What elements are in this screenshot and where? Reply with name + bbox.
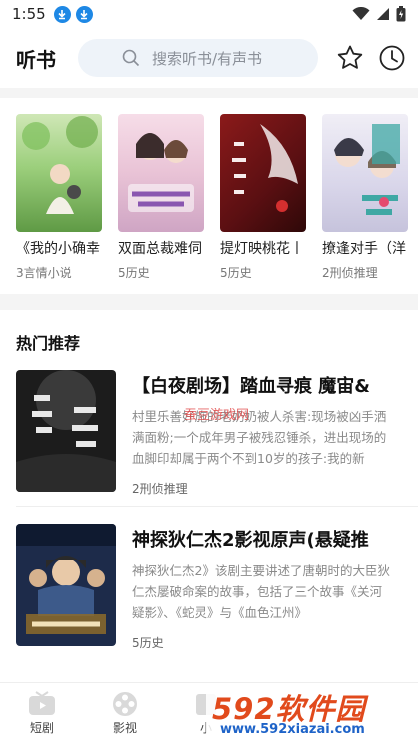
book-category: 3言情小说 (16, 266, 72, 280)
book-category: 2刑侦推理 (132, 482, 188, 496)
book-cover (220, 114, 306, 232)
book-title: 《我的小确幸 (16, 241, 100, 257)
book-cover (16, 370, 116, 492)
book-title: 双面总裁难伺 (118, 241, 202, 257)
book-title: 撩逢对手（洋 (322, 241, 406, 257)
download-icon (53, 5, 71, 23)
hot-recommend-section: 热门推荐 【白夜剧场】踏血寻痕 魔宙& 村里乐善好施的老奶奶被人杀害:现场被凶手… (0, 310, 418, 682)
tv-icon (29, 691, 55, 715)
book-card[interactable]: 提灯映桃花丨 5历史 (220, 114, 306, 281)
book-category: 5历史 (220, 266, 252, 280)
book-title: 神探狄仁杰2影视原声(悬疑推 (132, 530, 369, 551)
book-cover (322, 114, 408, 232)
tab-label: 短剧 (29, 721, 54, 735)
page-title: 听书 (16, 47, 56, 72)
status-time: 1:55 (12, 5, 46, 23)
list-item[interactable]: 【白夜剧场】踏血寻痕 魔宙& 村里乐善好施的老奶奶被人杀害:现场被凶手洒满面粉;… (0, 370, 418, 510)
search-input[interactable]: 搜索听书/有声书 (78, 39, 318, 77)
tab-movies[interactable]: 影视 (95, 691, 155, 736)
book-cover (16, 114, 102, 232)
status-bar: 1:55 (0, 0, 418, 28)
book-card[interactable]: 《我的小确幸 3言情小说 (16, 114, 102, 281)
book-cover (118, 114, 204, 232)
book-description: 神探狄仁杰2》该剧主要讲述了唐朝时的大臣狄仁杰屡破命案的故事，包括了三个故事《关… (132, 563, 390, 620)
book-description: 村里乐善好施的老奶奶被人杀害:现场被凶手洒满面粉;一个成年男子被残忍锤杀，进出现… (132, 409, 387, 466)
book-category: 5历史 (118, 266, 150, 280)
book-category: 5历史 (132, 636, 164, 650)
tab-short-drama[interactable]: 短剧 (12, 691, 72, 736)
search-icon (122, 49, 140, 67)
star-icon[interactable] (336, 44, 364, 72)
watermark-url: www.592xiazai.com (220, 722, 365, 737)
list-item[interactable]: 神探狄仁杰2影视原声(悬疑推 神探狄仁杰2》该剧主要讲述了唐朝时的大臣狄仁杰屡破… (0, 524, 418, 664)
divider (16, 506, 418, 507)
section-title: 热门推荐 (16, 334, 81, 353)
tab-label: 影视 (112, 721, 137, 735)
book-title: 【白夜剧场】踏血寻痕 魔宙& (132, 376, 370, 397)
status-indicators (352, 6, 406, 22)
recent-books-shelf: 《我的小确幸 3言情小说 双面总裁难伺 5历史 提灯映桃花丨 5历史 撩逢对手（… (0, 98, 418, 294)
search-placeholder: 搜索听书/有声书 (152, 49, 263, 68)
header: 听书 搜索听书/有声书 (0, 28, 418, 88)
watermark-text: 蚕豆游戏网 (184, 408, 250, 423)
header-actions (336, 44, 406, 72)
app-screen: 1:55 听书 搜索听书/有声书 《我的小确幸 3言情小说 双面总裁难伺 5历史… (0, 0, 418, 743)
book-title: 提灯映桃花丨 (220, 241, 304, 257)
book-card[interactable]: 双面总裁难伺 5历史 (118, 114, 204, 281)
battery-icon (396, 6, 406, 22)
watermark: 592软件园 www.592xiazai.com (206, 684, 418, 743)
book-cover (16, 524, 116, 646)
book-category: 2刑侦推理 (322, 266, 378, 280)
book-card[interactable]: 撩逢对手（洋 2刑侦推理 (322, 114, 408, 281)
film-reel-icon (113, 692, 137, 716)
wifi-icon (352, 7, 370, 20)
history-clock-icon[interactable] (378, 44, 406, 72)
download-icon (75, 5, 93, 23)
signal-icon (377, 8, 389, 20)
